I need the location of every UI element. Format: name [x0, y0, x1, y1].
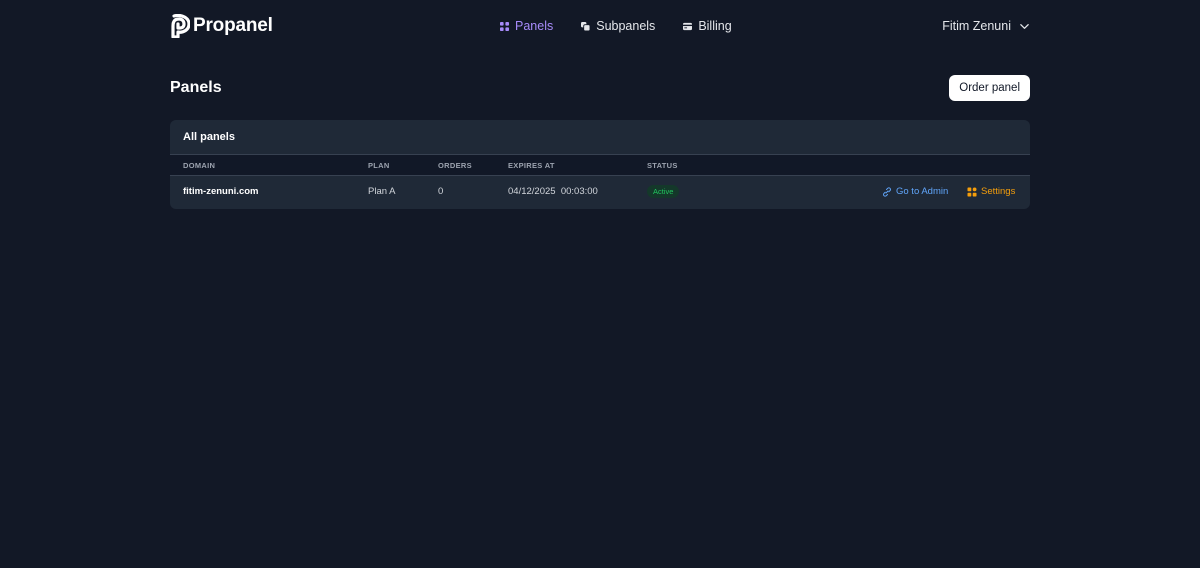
chevron-down-icon	[1020, 23, 1029, 29]
brand-name: Propanel	[193, 15, 273, 36]
card-icon	[683, 22, 693, 30]
panels-card: All panels DOMAIN PLAN ORDERS EXPIRES AT…	[170, 120, 1030, 209]
main-nav: Panels Subpanels Billing	[500, 12, 732, 40]
column-header-domain: DOMAIN	[183, 161, 216, 170]
propanel-logo-icon	[171, 14, 190, 38]
page: Propanel Panels Subpanels Billing Fitim …	[0, 0, 1200, 568]
nav-item-subpanels[interactable]: Subpanels	[581, 19, 655, 33]
page-header: Panels Order panel	[170, 75, 1030, 101]
status-badge: Active	[647, 185, 680, 198]
column-header-status: STATUS	[647, 161, 678, 170]
nav-label-billing: Billing	[698, 19, 732, 33]
go-to-admin-link[interactable]: Go to Admin	[882, 186, 948, 197]
table-row: fitim-zenuni.com Plan A 0 04/12/2025 00:…	[170, 176, 1030, 208]
column-header-orders: ORDERS	[438, 161, 472, 170]
cell-orders: 0	[438, 186, 444, 197]
top-navbar: Propanel Panels Subpanels Billing Fitim …	[170, 12, 1030, 40]
cell-plan: Plan A	[368, 186, 396, 197]
settings-link[interactable]: Settings	[967, 186, 1015, 197]
user-menu[interactable]: Fitim Zenuni	[942, 19, 1030, 33]
nav-label-subpanels: Subpanels	[596, 19, 656, 33]
settings-label: Settings	[981, 186, 1016, 197]
grid-icon	[500, 21, 509, 31]
nav-label-panels: Panels	[515, 19, 554, 33]
cell-expires: 04/12/2025 00:03:00	[508, 186, 598, 197]
column-header-plan: PLAN	[368, 161, 390, 170]
page-title: Panels	[170, 79, 222, 96]
stack-icon	[581, 21, 591, 31]
table-header: DOMAIN PLAN ORDERS EXPIRES AT STATUS	[170, 155, 1030, 176]
nav-item-billing[interactable]: Billing	[683, 19, 732, 33]
settings-grid-icon	[967, 187, 977, 196]
user-name: Fitim Zenuni	[942, 19, 1011, 33]
brand[interactable]: Propanel	[170, 14, 273, 38]
column-header-expires: EXPIRES AT	[508, 161, 555, 170]
nav-item-panels[interactable]: Panels	[500, 19, 553, 33]
card-title: All panels	[170, 120, 1030, 155]
order-panel-button[interactable]: Order panel	[949, 75, 1030, 101]
go-to-admin-label: Go to Admin	[896, 186, 949, 197]
cell-domain: fitim-zenuni.com	[183, 186, 259, 197]
link-icon	[883, 186, 891, 197]
